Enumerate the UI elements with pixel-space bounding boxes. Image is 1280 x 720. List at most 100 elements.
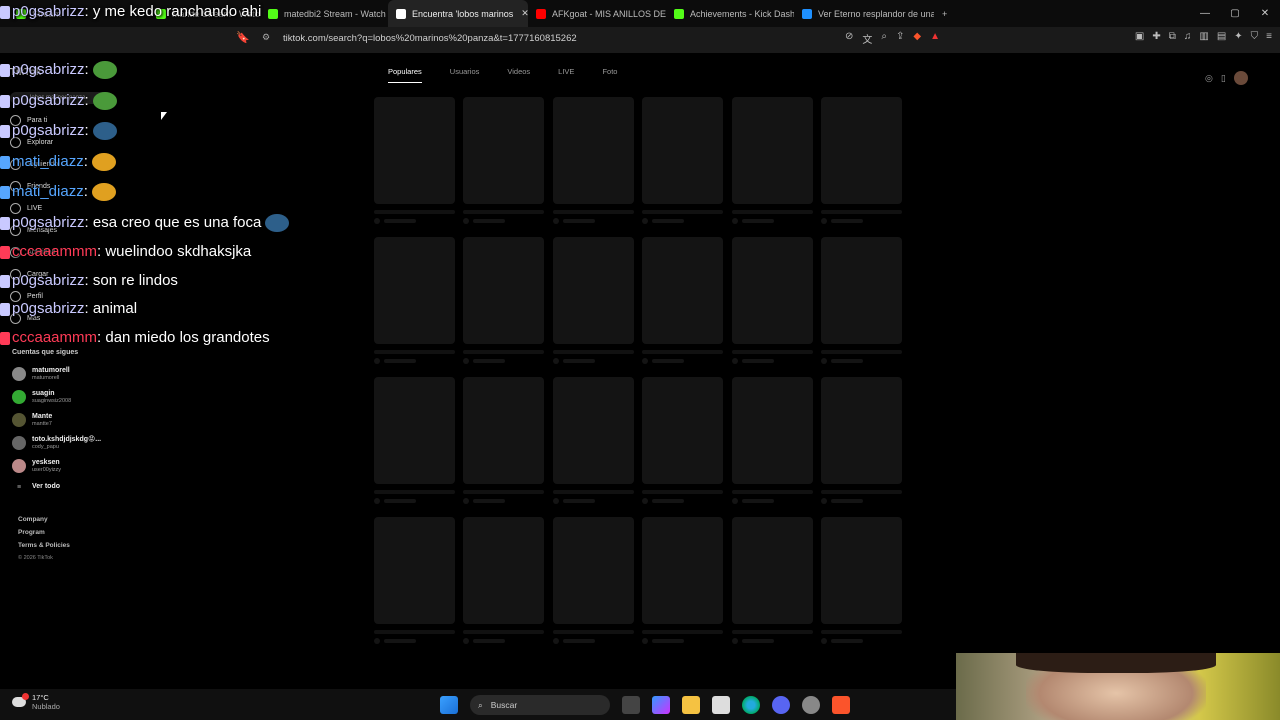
caption-skeleton: [374, 490, 455, 494]
steam-icon[interactable]: [802, 696, 820, 714]
taskbar-search-placeholder: Buscar: [490, 700, 518, 710]
account-name: yesksen: [32, 459, 60, 466]
vpn-icon[interactable]: ⛉: [1251, 31, 1259, 42]
close-tab-icon[interactable]: ✕: [521, 8, 528, 19]
following-account[interactable]: suagin suaginwsiz2008: [12, 390, 71, 404]
sidebar-item-siguiendo[interactable]: Siguiendo: [10, 159, 58, 170]
tab-foto[interactable]: Foto: [602, 67, 617, 83]
reader-icon[interactable]: ⊘: [845, 31, 853, 46]
music-icon[interactable]: ♫: [1184, 31, 1192, 42]
minimize-button[interactable]: —: [1190, 0, 1220, 27]
maximize-button[interactable]: ▢: [1220, 0, 1250, 27]
browser-tab[interactable]: Encuentra 'lobos marinos ✕: [388, 0, 528, 27]
sidebar-item-live[interactable]: LIVE: [10, 203, 42, 214]
see-all-link[interactable]: ≡ Ver todo: [12, 483, 60, 491]
sidebar-item-cargar[interactable]: Cargar: [10, 269, 48, 280]
browser-tab[interactable]: Ver Eterno resplandor de una: [794, 0, 934, 27]
site-info-icon[interactable]: ⚙: [262, 32, 270, 43]
browser-tab[interactable]: AFKgoat - MIS ANILLOS DE CC: [528, 0, 666, 27]
tiktok-sidebar: TikTok lobos marinos panza Para ti Explor…: [0, 53, 120, 673]
browser-tab[interactable]: matedbi2 Stream - Watch: [260, 0, 388, 27]
discord-icon[interactable]: [772, 696, 790, 714]
translate-icon[interactable]: 文: [862, 31, 872, 46]
sidebar-icon[interactable]: ▥: [1199, 31, 1208, 42]
tab-icon[interactable]: ▣: [1135, 31, 1144, 42]
video-card-placeholder: [731, 517, 813, 644]
weather-temp: 17°C: [32, 693, 49, 702]
tab-usuarios[interactable]: Usuarios: [450, 67, 480, 83]
webcam-hair: [1016, 653, 1216, 673]
edge-icon[interactable]: [742, 696, 760, 714]
thumbnail-skeleton: [821, 97, 902, 204]
screenshot-icon[interactable]: ⧉: [1169, 31, 1176, 42]
brave-shield-icon[interactable]: ◆: [913, 31, 921, 46]
tiktok-logo[interactable]: TikTok: [10, 67, 41, 78]
sidebar-item-label: Friends: [27, 183, 51, 190]
thumbnail-skeleton: [642, 377, 724, 484]
thumbnail-skeleton: [552, 517, 634, 624]
close-window-button[interactable]: ✕: [1250, 0, 1280, 27]
extensions-icon[interactable]: ✚: [1152, 31, 1160, 42]
brave-icon[interactable]: [832, 696, 850, 714]
author-skeleton: [821, 358, 902, 364]
browser-tab[interactable]: Stream: [8, 0, 148, 27]
author-name-skeleton: [831, 639, 863, 643]
sidebar-item-actividad[interactable]: Actividad: [10, 247, 55, 258]
video-card-placeholder: [374, 517, 455, 644]
leo-icon[interactable]: ✦: [1234, 31, 1242, 42]
task-view-icon[interactable]: [622, 696, 640, 714]
footer-link[interactable]: Company: [18, 516, 48, 523]
menu-icon[interactable]: ≡: [1266, 31, 1272, 42]
avatar: [12, 390, 26, 404]
weather-widget[interactable]: 17°C Nublado: [12, 693, 60, 711]
tab-label: Mantte Stream - Watch Liv: [172, 8, 260, 19]
tab-live[interactable]: LIVE: [558, 67, 574, 83]
sidebar-item-más[interactable]: Más: [10, 313, 40, 324]
caption-skeleton: [821, 630, 902, 634]
tab-favicon-icon: [16, 8, 26, 19]
following-account[interactable]: yesksen user00yizzy: [12, 459, 61, 473]
footer-link[interactable]: Program: [18, 529, 45, 536]
tab-populares[interactable]: Populares: [388, 67, 422, 83]
following-account[interactable]: toto.kshdjdjskdg😡... cody_papu: [12, 436, 101, 450]
browser-tab-bar: Stream Mantte Stream - Watch Liv matedbi2 …: [0, 0, 1280, 27]
caption-skeleton: [552, 630, 634, 634]
author-skeleton: [552, 358, 634, 364]
file-explorer-icon[interactable]: [682, 696, 700, 714]
sidebar-item-mensajes[interactable]: Mensajes: [10, 225, 57, 236]
wallet-icon[interactable]: ▤: [1217, 31, 1226, 42]
copilot-icon[interactable]: [652, 696, 670, 714]
brave-rewards-icon[interactable]: ▲: [930, 31, 940, 46]
following-account[interactable]: matumorell matumorell: [12, 367, 70, 381]
device-icon[interactable]: ▯: [1221, 73, 1226, 84]
following-account[interactable]: Mante mantte7: [12, 413, 52, 427]
author-skeleton: [642, 638, 723, 644]
tab-videos[interactable]: Videos: [507, 67, 530, 83]
taskbar-search[interactable]: ⌕ Buscar: [470, 695, 610, 715]
sidebar-item-para ti[interactable]: Para ti: [10, 115, 47, 126]
start-icon[interactable]: [440, 696, 458, 714]
video-card-placeholder: [642, 97, 724, 224]
caption-skeleton: [731, 210, 813, 214]
coin-icon[interactable]: ◎: [1205, 73, 1213, 84]
share-icon[interactable]: ⇪: [896, 31, 904, 46]
bookmark-icon[interactable]: 🔖: [236, 31, 250, 44]
footer-link[interactable]: Terms & Policies: [18, 542, 70, 549]
avatar: [12, 367, 26, 381]
sidebar-item-perfil[interactable]: Perfil: [10, 291, 43, 302]
author-name-skeleton: [741, 219, 774, 223]
sidebar-item-explorar[interactable]: Explorar: [10, 137, 53, 148]
url-input[interactable]: tiktok.com/search?q=lobos%20marinos%20pa…: [283, 33, 577, 44]
sidebar-item-label: Más: [27, 315, 41, 322]
sidebar-item-friends[interactable]: Friends: [10, 181, 50, 192]
browser-tab[interactable]: Achievements - Kick Dashboa: [666, 0, 794, 27]
profile-avatar[interactable]: [1233, 71, 1248, 85]
store-icon[interactable]: [712, 696, 730, 714]
zoom-icon[interactable]: ⌕: [881, 31, 887, 46]
search-input[interactable]: lobos marinos panza: [10, 92, 110, 104]
account-handle: user00yizzy: [32, 467, 62, 473]
upload-icon: [10, 269, 21, 280]
avatar: [12, 436, 26, 450]
new-tab-button[interactable]: +: [934, 0, 955, 27]
browser-tab[interactable]: Mantte Stream - Watch Liv: [148, 0, 260, 27]
